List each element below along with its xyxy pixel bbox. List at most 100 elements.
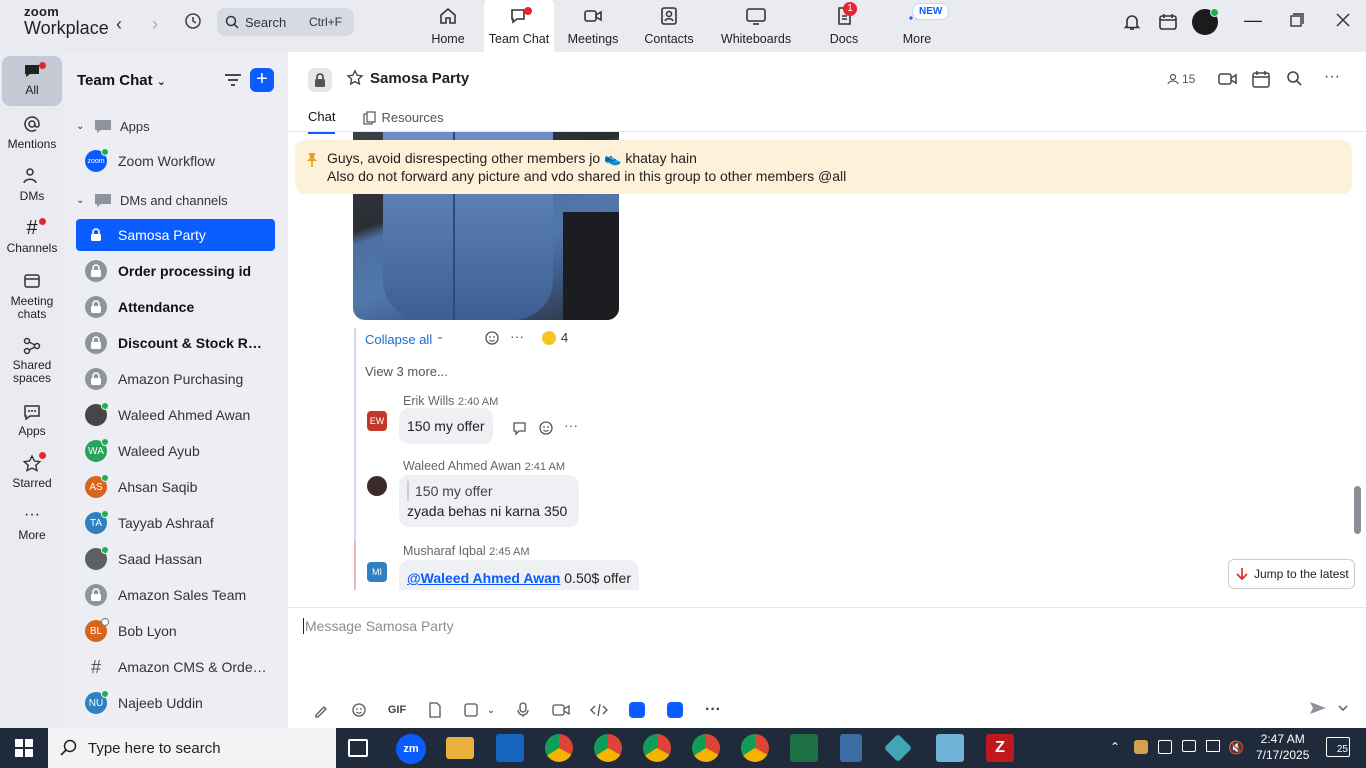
- avatar[interactable]: [367, 476, 387, 496]
- sender-name[interactable]: Waleed Ahmed Awan: [403, 459, 521, 473]
- task-view-icon[interactable]: [348, 739, 368, 757]
- app-icon[interactable]: [936, 734, 964, 762]
- new-chat-button[interactable]: +: [250, 68, 274, 92]
- star-icon[interactable]: [346, 69, 364, 92]
- calendar-icon[interactable]: [1252, 70, 1270, 93]
- rail-all[interactable]: All: [2, 56, 62, 106]
- sidebar-item[interactable]: NU Najeeb Uddin: [76, 687, 275, 719]
- section-apps[interactable]: ⌄ Apps: [76, 118, 150, 134]
- tray-app-icon[interactable]: [1134, 740, 1148, 754]
- sidebar-title[interactable]: Team Chat ⌄: [77, 72, 166, 89]
- sidebar-item[interactable]: Discount & Stock Res...: [76, 327, 275, 359]
- gif-button[interactable]: GIF: [378, 700, 416, 720]
- taskbar-search[interactable]: Type here to search: [48, 728, 336, 768]
- rail-shared-spaces[interactable]: Shared spaces: [2, 336, 62, 385]
- more-actions-icon[interactable]: ···: [510, 328, 524, 344]
- rail-dms[interactable]: DMs: [2, 166, 62, 203]
- sidebar-item[interactable]: Waleed Ahmed Awan: [76, 399, 275, 431]
- sidebar-item[interactable]: Amazon Sales Team: [76, 579, 275, 611]
- chrome-icon[interactable]: [643, 734, 671, 762]
- send-button[interactable]: [1308, 698, 1348, 723]
- message-bubble[interactable]: 150 my offer zyada behas ni karna 350: [399, 475, 580, 527]
- more-tools-icon[interactable]: ···: [694, 700, 732, 720]
- emoji-icon[interactable]: [340, 700, 378, 720]
- reply-icon[interactable]: [512, 420, 528, 436]
- add-reaction-icon[interactable]: [484, 330, 500, 346]
- sender-name[interactable]: Erik Wills: [403, 394, 454, 408]
- chrome-icon[interactable]: [545, 734, 573, 762]
- microphone-icon[interactable]: [504, 700, 542, 720]
- nav-whiteboards[interactable]: Whiteboards: [706, 0, 806, 52]
- history-icon[interactable]: [184, 12, 202, 35]
- nav-more[interactable]: NEW More: [882, 0, 952, 52]
- system-clock[interactable]: 2:47 AM 7/17/2025: [1256, 731, 1309, 763]
- nav-home[interactable]: Home: [412, 0, 484, 52]
- sidebar-item-zoom-workflow[interactable]: zoom Zoom Workflow: [76, 145, 275, 177]
- file-icon[interactable]: [416, 700, 454, 720]
- code-icon[interactable]: [580, 700, 618, 720]
- section-dms-channels[interactable]: ⌄ DMs and channels: [76, 192, 228, 208]
- message-bubble[interactable]: @Waleed Ahmed Awan 0.50$ offer: [399, 560, 639, 590]
- tray-app-icon[interactable]: [1158, 740, 1172, 754]
- network-icon[interactable]: [1206, 740, 1220, 752]
- more-actions-icon[interactable]: ···: [564, 417, 578, 433]
- video-clip-icon[interactable]: [542, 700, 580, 720]
- rail-mentions[interactable]: Mentions: [2, 114, 62, 151]
- message-list[interactable]: Guys, avoid disrespecting other members …: [288, 132, 1366, 590]
- rail-meeting-chats[interactable]: Meeting chats: [2, 272, 62, 321]
- app-icon[interactable]: [618, 700, 656, 720]
- search-box[interactable]: Search Ctrl+F: [217, 8, 354, 36]
- bell-icon[interactable]: [1122, 12, 1142, 37]
- format-icon[interactable]: [302, 700, 340, 720]
- forward-arrow-icon[interactable]: ›: [152, 14, 158, 35]
- whiteboard-app-icon[interactable]: [656, 700, 694, 720]
- nav-team-chat[interactable]: Team Chat: [484, 0, 554, 52]
- pinned-message[interactable]: Guys, avoid disrespecting other members …: [295, 140, 1352, 194]
- avatar[interactable]: [1192, 8, 1219, 35]
- maximize-icon[interactable]: [1290, 13, 1304, 32]
- chrome-icon[interactable]: [692, 734, 720, 762]
- filter-icon[interactable]: [224, 72, 242, 93]
- close-icon[interactable]: [1336, 13, 1350, 32]
- sidebar-item[interactable]: Samosa Party: [76, 219, 275, 251]
- rail-starred[interactable]: Starred: [2, 452, 62, 490]
- sidebar-item[interactable]: Saad Hassan: [76, 543, 275, 575]
- sidebar-item[interactable]: Amazon Purchasing: [76, 363, 275, 395]
- calendar-icon[interactable]: [1158, 12, 1178, 37]
- sidebar-item[interactable]: TA Tayyab Ashraaf: [76, 507, 275, 539]
- sidebar-item[interactable]: AS Ahsan Saqib: [76, 471, 275, 503]
- calculator-icon[interactable]: [840, 734, 862, 762]
- rail-apps[interactable]: Apps: [2, 402, 62, 438]
- sidebar-item[interactable]: WA Waleed Ayub: [76, 435, 275, 467]
- windows-start-icon[interactable]: [14, 738, 34, 763]
- sender-name[interactable]: Musharaf Iqbal: [403, 544, 486, 558]
- scrollbar-thumb[interactable]: [1354, 486, 1361, 534]
- video-call-icon[interactable]: [1218, 70, 1238, 93]
- chevron-down-icon[interactable]: ⌄: [487, 705, 495, 716]
- outlook-icon[interactable]: [496, 734, 524, 762]
- app-icon[interactable]: [883, 733, 913, 763]
- message-bubble[interactable]: 150 my offer: [399, 408, 493, 444]
- view-more-link[interactable]: View 3 more...: [365, 364, 448, 379]
- nav-contacts[interactable]: Contacts: [632, 0, 706, 52]
- file-explorer-icon[interactable]: [446, 737, 474, 759]
- sidebar-item[interactable]: BL Bob Lyon: [76, 615, 275, 647]
- sidebar-item[interactable]: # Amazon CMS & OrderA...: [76, 651, 275, 683]
- more-options-icon[interactable]: ···: [1324, 68, 1340, 86]
- avatar[interactable]: MI: [367, 562, 387, 582]
- collapse-all-link[interactable]: Collapse all ⌃: [365, 332, 444, 347]
- battery-icon[interactable]: [1182, 740, 1196, 752]
- chrome-icon[interactable]: [741, 734, 769, 762]
- back-arrow-icon[interactable]: ‹: [116, 14, 122, 35]
- zoom-taskbar-icon[interactable]: zm: [396, 734, 426, 764]
- add-reaction-icon[interactable]: [538, 420, 554, 436]
- rail-more[interactable]: ··· More: [2, 506, 62, 542]
- chrome-icon[interactable]: [594, 734, 622, 762]
- reaction-chip[interactable]: 4: [542, 330, 568, 345]
- mention-link[interactable]: @Waleed Ahmed Awan: [407, 570, 560, 586]
- chevron-up-icon[interactable]: ⌃: [1110, 740, 1120, 754]
- avatar[interactable]: EW: [367, 411, 387, 431]
- nav-docs[interactable]: 1 Docs: [806, 0, 882, 52]
- notification-center-icon[interactable]: 25: [1326, 737, 1350, 757]
- members-button[interactable]: 15: [1167, 72, 1195, 86]
